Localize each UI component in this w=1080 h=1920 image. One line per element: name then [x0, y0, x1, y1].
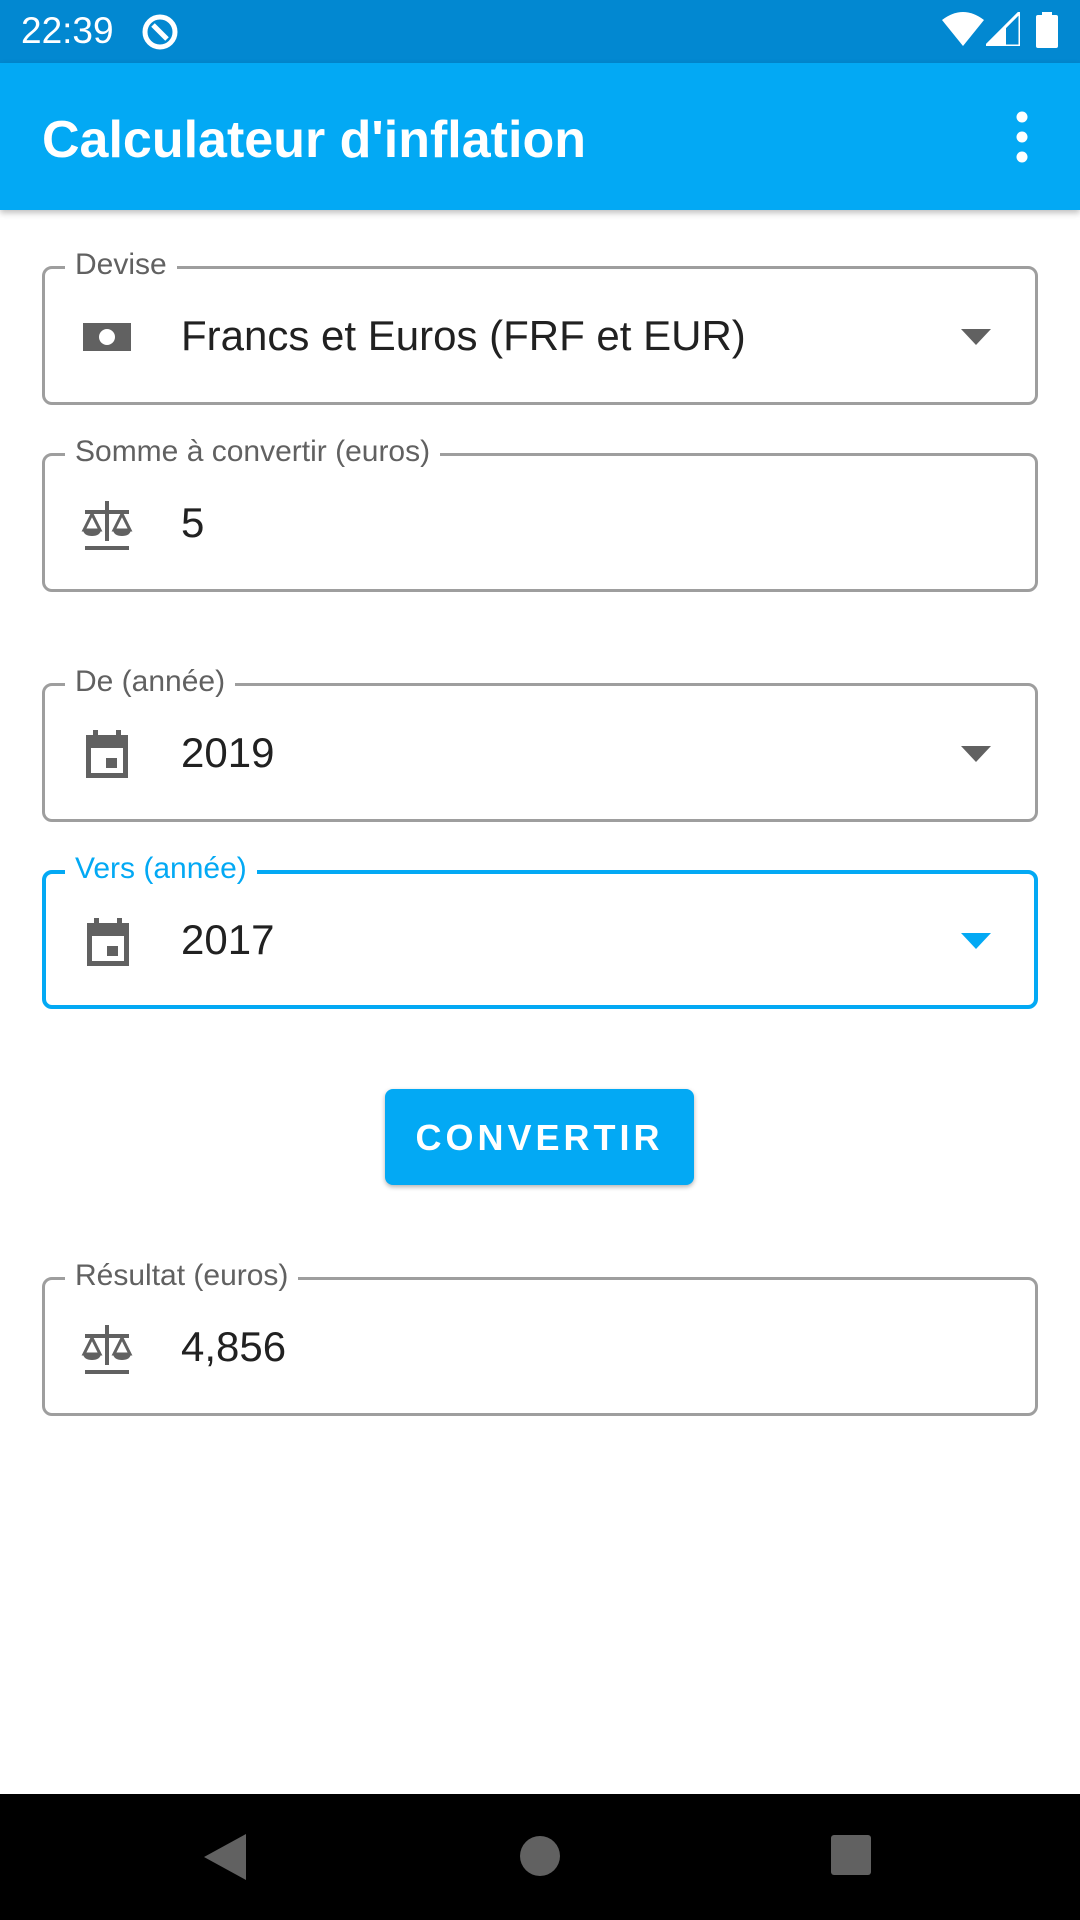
amount-label: Somme à convertir (euros)	[65, 434, 441, 470]
app-notification-icon	[142, 14, 178, 50]
from-year-value: 2019	[181, 729, 275, 776]
result-field: Résultat (euros) 4,856	[42, 1258, 1038, 1416]
scale-icon	[81, 1325, 133, 1374]
convert-button[interactable]: CONVERTIR	[385, 1089, 694, 1185]
result-label: Résultat (euros)	[65, 1258, 299, 1294]
currency-label: Devise	[65, 247, 177, 283]
app-title: Calculateur d'inflation	[42, 111, 586, 169]
to-year-value: 2017	[181, 916, 275, 963]
signal-icon	[986, 12, 1020, 46]
screen: 22:39 Calculateur d'inflation Devise Fra…	[0, 0, 1080, 1920]
to-year-dropdown[interactable]: Vers (année) 2017	[42, 851, 1038, 1009]
navigation-bar	[0, 1794, 1080, 1920]
from-year-dropdown[interactable]: De (année) 2019	[42, 664, 1038, 822]
wifi-icon	[942, 12, 984, 46]
scale-icon	[81, 501, 133, 550]
to-year-label: Vers (année)	[65, 851, 257, 887]
amount-input[interactable]: 5	[181, 498, 204, 548]
banknote-icon	[83, 323, 131, 351]
chevron-down-icon	[961, 933, 991, 949]
home-icon[interactable]	[519, 1835, 561, 1877]
currency-dropdown[interactable]: Devise Francs et Euros (FRF et EUR)	[42, 247, 1038, 405]
battery-icon	[1036, 12, 1058, 48]
currency-value: Francs et Euros (FRF et EUR)	[181, 312, 746, 359]
more-options-icon[interactable]	[1000, 107, 1044, 167]
status-bar: 22:39	[0, 0, 1080, 63]
app-bar: Calculateur d'inflation	[0, 63, 1080, 210]
back-icon[interactable]	[204, 1834, 246, 1880]
chevron-down-icon	[961, 746, 991, 762]
status-time: 22:39	[21, 10, 114, 51]
calendar-icon	[87, 918, 129, 966]
calendar-icon	[86, 730, 128, 778]
from-year-label: De (année)	[65, 664, 236, 700]
result-value: 4,856	[181, 1323, 287, 1370]
recents-icon[interactable]	[831, 1835, 871, 1875]
chevron-down-icon	[961, 329, 991, 345]
amount-field[interactable]: Somme à convertir (euros) 5	[42, 434, 1038, 592]
